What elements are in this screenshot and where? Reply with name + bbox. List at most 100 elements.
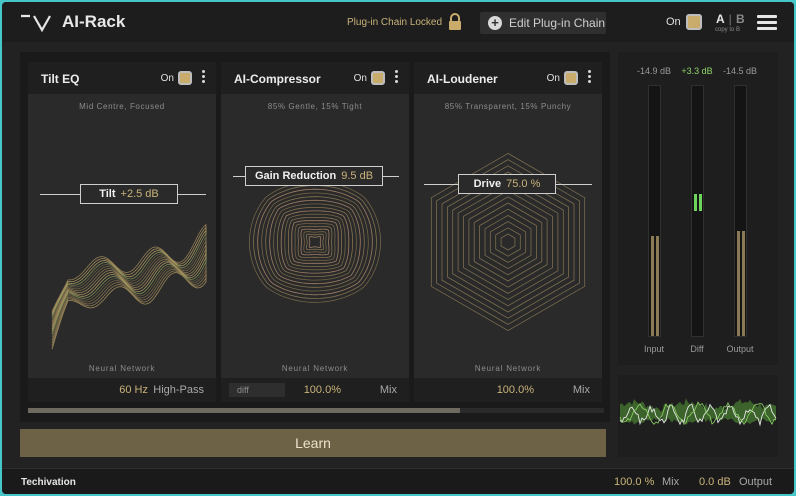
compressor-contour [269, 199, 361, 285]
param-line [178, 194, 206, 195]
eq-curve-line [51, 234, 207, 332]
highpass-value[interactable]: 60 Hz [119, 384, 148, 396]
param-value: 9.5 dB [341, 170, 374, 182]
meter-panel: -14.9 dB +3.3 dB -14.5 dB Input Diff Out… [618, 52, 778, 365]
eq-curve-line [51, 234, 207, 329]
module-on-toggle[interactable] [178, 71, 192, 85]
module-ai-compressor: AI-Compressor On 85% Gentle, 15% Tight G… [221, 62, 409, 402]
module-on-toggle[interactable] [371, 71, 385, 85]
param-line [233, 176, 245, 177]
compressor-mix-value[interactable]: 100.0% [304, 384, 341, 396]
compressor-contour [308, 236, 322, 248]
compressor-contour [273, 203, 357, 281]
loudener-hexagon [500, 233, 516, 251]
param-line [556, 184, 592, 185]
module-menu-icon[interactable] [202, 70, 206, 84]
rack-scrollbar[interactable] [28, 408, 604, 413]
module-title: AI-Compressor [234, 72, 321, 86]
module-on-label: On [160, 73, 174, 84]
loudener-hexagon [468, 196, 548, 288]
module-subtitle: 85% Gentle, 15% Tight [267, 102, 363, 111]
loudener-hexagon [479, 208, 537, 276]
diff-meter-fill [694, 193, 697, 211]
module-subtitle: Mid Centre, Focused [79, 102, 165, 111]
module-on-toggle[interactable] [564, 71, 578, 85]
loudener-bottom-bar: 100.0% Mix [414, 378, 602, 402]
tilt-value-box[interactable]: Tilt +2.5 dB [80, 184, 178, 204]
compressor-mix-label: Mix [379, 384, 397, 396]
edit-plugin-chain-button[interactable]: + Edit Plug-in Chain [480, 12, 606, 34]
module-rack: Tilt EQ On Mid Centre, Focused Tilt +2.5… [20, 52, 610, 422]
tilt-eq-bottom-bar: 60 Hz High-Pass [28, 378, 216, 402]
param-label: Gain Reduction [254, 170, 337, 182]
compressor-contour [300, 228, 330, 256]
output-meter-value: -14.5 dB [722, 66, 758, 76]
compressor-contour [265, 196, 365, 288]
output-meter-fill-right [742, 231, 745, 336]
brand-name: Techivation [21, 477, 76, 488]
module-ai-loudener: AI-Loudener On 85% Transparent, 15% Punc… [414, 62, 602, 402]
diff-meter-fill-right [699, 193, 702, 211]
compressor-visualization[interactable] [221, 114, 409, 358]
param-line [383, 176, 399, 177]
learn-button[interactable]: Learn [20, 429, 606, 457]
waveform-display [619, 398, 777, 427]
global-output-value[interactable]: 0.0 dB [699, 476, 731, 488]
gain-reduction-box[interactable]: Gain Reduction 9.5 dB [245, 166, 383, 186]
eq-curve-line [51, 234, 207, 322]
global-on-toggle[interactable] [686, 14, 702, 30]
diff-meter [691, 85, 704, 337]
global-mix-label: Mix [662, 476, 680, 488]
module-header: Tilt EQ On [28, 62, 216, 94]
compressor-bottom-bar: diff 100.0% Mix [221, 378, 409, 402]
edit-plugin-chain-label: Edit Plug-in Chain [509, 16, 606, 30]
global-mix-value[interactable]: 100.0 % [614, 476, 654, 488]
waveform-panel [618, 375, 778, 457]
copy-to-b-button[interactable]: copy to B [715, 27, 740, 33]
loudener-mix-value[interactable]: 100.0% [497, 384, 534, 396]
module-footer: Neural Network [474, 364, 542, 373]
eq-curve-line [51, 234, 207, 327]
highpass-label: High-Pass [153, 384, 204, 396]
header-bar: AI-Rack Plug-in Chain Locked + Edit Plug… [2, 2, 794, 42]
loudener-hexagon [473, 202, 543, 282]
menu-hamburger-icon[interactable] [757, 15, 777, 31]
input-meter-label: Input [643, 344, 665, 354]
module-tilt-eq: Tilt EQ On Mid Centre, Focused Tilt +2.5… [28, 62, 216, 402]
loudener-hexagon [457, 183, 559, 301]
module-footer: Neural Network [281, 364, 349, 373]
param-value: +2.5 dB [120, 188, 159, 200]
global-output-label: Output [739, 476, 773, 488]
module-title: Tilt EQ [41, 72, 80, 86]
module-header: AI-Compressor On [221, 62, 409, 94]
module-on-label: On [546, 73, 560, 84]
param-label: Drive [473, 178, 502, 190]
param-label: Tilt [99, 188, 116, 200]
param-line [40, 194, 80, 195]
drive-value-box[interactable]: Drive 75.0 % [458, 174, 556, 194]
rack-scrollbar-thumb[interactable] [28, 408, 460, 413]
module-footer: Neural Network [88, 364, 156, 373]
app-title: AI-Rack [62, 12, 126, 31]
module-subtitle: 85% Transparent, 15% Punchy [444, 102, 572, 111]
param-value: 75.0 % [506, 178, 541, 190]
diff-button[interactable]: diff [229, 383, 285, 397]
loudener-hexagon [495, 227, 521, 257]
module-menu-icon[interactable] [588, 70, 592, 84]
techivation-logo-icon [21, 14, 51, 33]
ab-a-label: A [716, 12, 725, 26]
eq-curve-line [51, 223, 207, 312]
loudener-visualization[interactable] [414, 114, 602, 358]
module-on-label: On [353, 73, 367, 84]
output-meter-fill [737, 231, 740, 336]
compressor-contour [253, 185, 377, 299]
loudener-hexagon [463, 190, 553, 294]
diff-meter-value: +3.3 dB [681, 66, 713, 76]
eq-curve-line [51, 234, 207, 335]
tilt-eq-visualization[interactable] [28, 114, 216, 358]
lock-icon[interactable] [447, 13, 463, 31]
ab-compare-button[interactable]: A | B [716, 12, 745, 26]
output-meter [734, 85, 747, 337]
module-menu-icon[interactable] [395, 70, 399, 84]
compressor-contour [297, 226, 333, 258]
